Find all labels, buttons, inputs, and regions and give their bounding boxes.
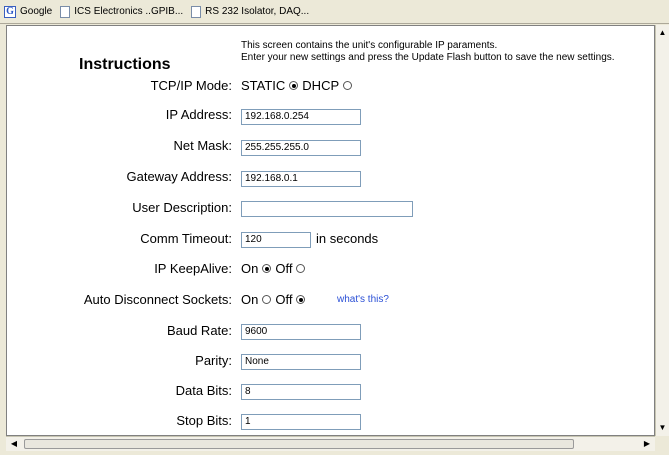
google-icon: G <box>4 5 16 18</box>
bookmark-label: ICS Electronics ..GPIB... <box>74 6 184 17</box>
static-radio[interactable] <box>289 81 299 90</box>
static-label: STATIC <box>241 78 286 93</box>
page-icon <box>191 5 202 18</box>
whats-this-link[interactable]: what's this? <box>337 294 389 305</box>
parity-input[interactable]: None <box>241 354 361 370</box>
dhcp-label: DHCP <box>302 78 340 93</box>
comm-timeout-label: Comm Timeout: <box>140 231 232 246</box>
scroll-right-arrow-icon[interactable]: ▶ <box>641 438 653 450</box>
auto-disconnect-on-label: On <box>241 292 259 307</box>
bookmark-ics-electronics[interactable]: ICS Electronics ..GPIB... <box>60 5 184 18</box>
user-description-label: User Description: <box>132 200 232 215</box>
keepalive-label: IP KeepAlive: <box>154 261 232 276</box>
scroll-left-arrow-icon[interactable]: ◀ <box>8 438 20 450</box>
user-description-input[interactable] <box>241 201 413 217</box>
stop-bits-input[interactable]: 1 <box>241 414 361 430</box>
horizontal-scrollbar[interactable]: ◀ ▶ <box>6 436 655 451</box>
comm-timeout-input[interactable]: 120 <box>241 232 311 248</box>
bookmarks-bar: G Google ICS Electronics ..GPIB... RS 23… <box>0 0 669 24</box>
stop-bits-label: Stop Bits: <box>176 413 232 428</box>
keepalive-on-radio[interactable] <box>262 264 272 273</box>
ip-address-input[interactable]: 192.168.0.254 <box>241 109 361 125</box>
keepalive-off-radio[interactable] <box>296 264 306 273</box>
gateway-address-input[interactable]: 192.168.0.1 <box>241 171 361 187</box>
comm-timeout-unit: in seconds <box>316 231 379 246</box>
dhcp-radio[interactable] <box>343 81 353 90</box>
bookmark-google[interactable]: G Google <box>4 5 53 18</box>
data-bits-input[interactable]: 8 <box>241 384 361 400</box>
parity-label: Parity: <box>195 353 232 368</box>
auto-disconnect-off-label: Off <box>275 292 293 307</box>
keepalive-on-label: On <box>241 261 259 276</box>
scroll-up-arrow-icon[interactable]: ▲ <box>657 27 668 39</box>
net-mask-input[interactable]: 255.255.255.0 <box>241 140 361 156</box>
scroll-down-arrow-icon[interactable]: ▼ <box>657 422 668 434</box>
page-title: Instructions <box>79 56 171 73</box>
info-line-2: Enter your new settings and press the Up… <box>241 52 615 63</box>
auto-disconnect-off-radio[interactable] <box>296 295 306 304</box>
bookmark-label: Google <box>20 6 53 17</box>
tcpip-mode-label: TCP/IP Mode: <box>150 78 232 93</box>
page-content: Instructions This screen contains the un… <box>6 25 655 436</box>
tcpip-mode-group: STATIC DHCP <box>241 78 356 93</box>
baud-rate-label: Baud Rate: <box>166 323 232 338</box>
bookmark-rs232-isolator[interactable]: RS 232 Isolator, DAQ... <box>191 5 310 18</box>
scrollbar-corner <box>655 436 669 451</box>
page-icon <box>60 5 71 18</box>
ip-address-label: IP Address: <box>165 107 232 122</box>
info-line-1: This screen contains the unit's configur… <box>241 40 498 51</box>
horizontal-scroll-thumb[interactable] <box>24 439 574 449</box>
auto-disconnect-group: On Off <box>241 292 309 307</box>
bookmark-label: RS 232 Isolator, DAQ... <box>205 6 310 17</box>
keepalive-off-label: Off <box>275 261 293 276</box>
keepalive-group: On Off <box>241 261 309 276</box>
vertical-scrollbar[interactable]: ▲ ▼ <box>655 25 669 436</box>
auto-disconnect-on-radio[interactable] <box>262 295 272 304</box>
gateway-address-label: Gateway Address: <box>126 169 233 184</box>
auto-disconnect-label: Auto Disconnect Sockets: <box>83 292 232 307</box>
net-mask-label: Net Mask: <box>173 138 232 153</box>
baud-rate-input[interactable]: 9600 <box>241 324 361 340</box>
data-bits-label: Data Bits: <box>175 383 232 398</box>
